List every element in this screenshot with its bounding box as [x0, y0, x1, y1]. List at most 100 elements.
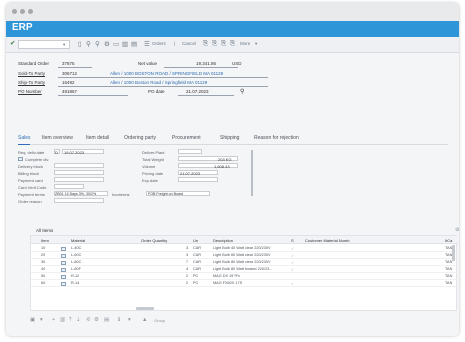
more-chevron-icon[interactable]: ▾ — [128, 317, 131, 323]
sold-to-label[interactable]: Sold-To Party — [18, 71, 45, 76]
payment-card-field[interactable] — [54, 177, 104, 182]
complete-dlv-checkbox[interactable] — [18, 157, 23, 161]
ship-to-value[interactable]: 16492 — [62, 80, 75, 85]
settings-icon[interactable]: ⚙ — [104, 40, 110, 48]
tab-sales[interactable]: Sales — [18, 135, 31, 141]
more-menu[interactable]: More — [240, 41, 250, 46]
table-row-material[interactable]: R-14 — [71, 281, 79, 285]
req-deliv-date-label: Req. deliv.date — [18, 150, 45, 155]
table-row-description: MAG DX 15"/Fx — [213, 274, 240, 278]
tab-procurement[interactable]: Procurement — [172, 135, 201, 141]
sort-desc-icon[interactable]: ⇣ — [76, 317, 81, 323]
status-check-icon: ✓ — [291, 254, 295, 258]
row-select-checkbox[interactable] — [61, 261, 66, 265]
tab-item-detail[interactable]: Item detail — [86, 135, 109, 141]
col-itca[interactable]: ItCa — [445, 238, 452, 243]
row-select-checkbox[interactable] — [61, 247, 66, 251]
table-row-material[interactable]: R-12 — [71, 274, 79, 278]
history-icon[interactable]: ⎘ — [230, 40, 235, 48]
table-row-qty[interactable]: 2 — [186, 281, 188, 285]
col-un[interactable]: Un — [193, 238, 198, 243]
maximize-window-dot[interactable] — [28, 9, 33, 14]
row-select-checkbox[interactable] — [61, 254, 66, 258]
delivery-block-field[interactable] — [54, 163, 104, 168]
delete-icon[interactable]: ▥ — [60, 317, 65, 323]
filter-icon[interactable]: ⚟ — [86, 317, 91, 323]
sold-to-value[interactable]: 306712 — [62, 71, 77, 76]
table-row-item: 20 — [41, 253, 46, 257]
table-row-material[interactable]: L-40C — [71, 246, 81, 250]
table-row-qty[interactable]: 4 — [186, 267, 188, 271]
po-date-value[interactable]: 21.07.2023 — [186, 89, 209, 94]
sort-asc-icon[interactable]: ⇡ — [68, 317, 73, 323]
table-row-qty[interactable]: 3 — [186, 253, 188, 257]
order-reason-field[interactable] — [54, 198, 104, 203]
more-chevron-icon[interactable]: ▾ — [255, 41, 257, 47]
table-row-material[interactable]: L-80C — [71, 260, 81, 264]
row-select-checkbox[interactable] — [61, 282, 66, 286]
table-vertical-scrollbar[interactable] — [452, 245, 455, 261]
row-select-checkbox[interactable] — [61, 268, 66, 272]
copy-icon[interactable]: ▭ — [113, 40, 119, 48]
details-icon[interactable]: ▣ — [30, 317, 35, 323]
save-icon[interactable]: ▯ — [78, 40, 82, 48]
sold-to-address[interactable]: Allen / 1000 BOSTON ROAD / SPRINGFIELD M… — [110, 71, 223, 76]
row-divider — [31, 279, 458, 280]
po-number-underline — [58, 95, 128, 96]
add-icon[interactable]: + — [52, 317, 55, 323]
po-number-value[interactable]: 491867 — [62, 89, 77, 94]
orders-button[interactable]: Orders — [152, 41, 166, 46]
sales-panel-scrollbar[interactable] — [251, 150, 253, 196]
tab-item-overview[interactable]: Item overview — [42, 135, 73, 141]
row-select-checkbox[interactable] — [61, 275, 66, 279]
card-verif-field[interactable] — [54, 184, 84, 189]
group-icon[interactable]: ▲ — [142, 317, 147, 323]
chevron-down-icon[interactable]: ▾ — [40, 317, 43, 323]
table-row-qty[interactable]: 7 — [186, 260, 188, 264]
col-material[interactable]: Material — [71, 238, 85, 243]
attachment-icon[interactable]: ⚲ — [240, 88, 244, 95]
col-order-quantity[interactable]: Order Quantity — [141, 238, 167, 243]
exp-date-field[interactable] — [178, 177, 218, 182]
tab-shipping[interactable]: Shipping — [220, 135, 239, 141]
tab-ordering-party[interactable]: Ordering party — [124, 135, 156, 141]
status-check-icon: ✓ — [291, 261, 295, 265]
delete-icon[interactable]: ▥ — [122, 40, 128, 48]
ship-to-label[interactable]: Ship-To Party — [18, 80, 45, 85]
attach-icon[interactable]: ⎘ — [203, 40, 208, 48]
deliver-plant-field[interactable] — [178, 149, 202, 154]
export-icon[interactable]: ⎘ — [212, 40, 217, 48]
table-row-qty[interactable]: 2 — [186, 274, 188, 278]
info-icon[interactable]: ℹ — [118, 317, 120, 323]
print-icon[interactable]: ▤ — [131, 40, 137, 48]
search-icon[interactable]: ⚲ — [86, 40, 91, 48]
ship-to-address[interactable]: Allen / 1000 Boston Road / Springfield M… — [110, 80, 207, 85]
table-row-qty[interactable]: 3 — [186, 246, 188, 250]
command-select[interactable]: ▾ — [18, 40, 70, 49]
minimize-window-dot[interactable] — [20, 9, 25, 14]
col-s[interactable]: S — [291, 238, 294, 243]
tab-reason-for-rejection[interactable]: Reason for rejection — [254, 135, 299, 141]
table-row-material[interactable]: L-80F — [71, 267, 81, 271]
order-reason-label: Order reason — [18, 199, 42, 204]
table-row-material[interactable]: L-60C — [71, 253, 81, 257]
table-horizontal-scrollbar[interactable] — [136, 307, 154, 310]
cancel-button[interactable]: Cancel — [182, 41, 196, 46]
table-settings-icon[interactable]: ⚙ — [455, 227, 459, 233]
col-item[interactable]: Item — [41, 238, 49, 243]
find-icon[interactable]: ⚲ — [95, 40, 100, 48]
billing-block-field[interactable] — [54, 170, 104, 175]
close-window-dot[interactable] — [12, 9, 17, 14]
req-deliv-date-value: 19.07.2023 — [64, 150, 85, 155]
col-description[interactable]: Description — [213, 238, 233, 243]
confirm-check-icon[interactable]: ✔ — [10, 39, 15, 47]
col-customer-material[interactable]: Customer Material Numb — [305, 238, 349, 243]
standard-order-value[interactable]: 37875 — [62, 61, 75, 66]
table-row-description: Light Bulb 40 Watt clear 220/230V — [213, 246, 271, 250]
group-button[interactable]: Group — [154, 318, 165, 323]
req-deliv-date-prefix: D — [55, 150, 58, 155]
config-icon[interactable]: ⚙ — [94, 317, 99, 323]
pricing-icon[interactable]: ▤ — [104, 317, 109, 323]
layout-icon[interactable]: ⎘ — [221, 40, 226, 48]
orders-icon[interactable]: ☰ — [144, 40, 150, 48]
